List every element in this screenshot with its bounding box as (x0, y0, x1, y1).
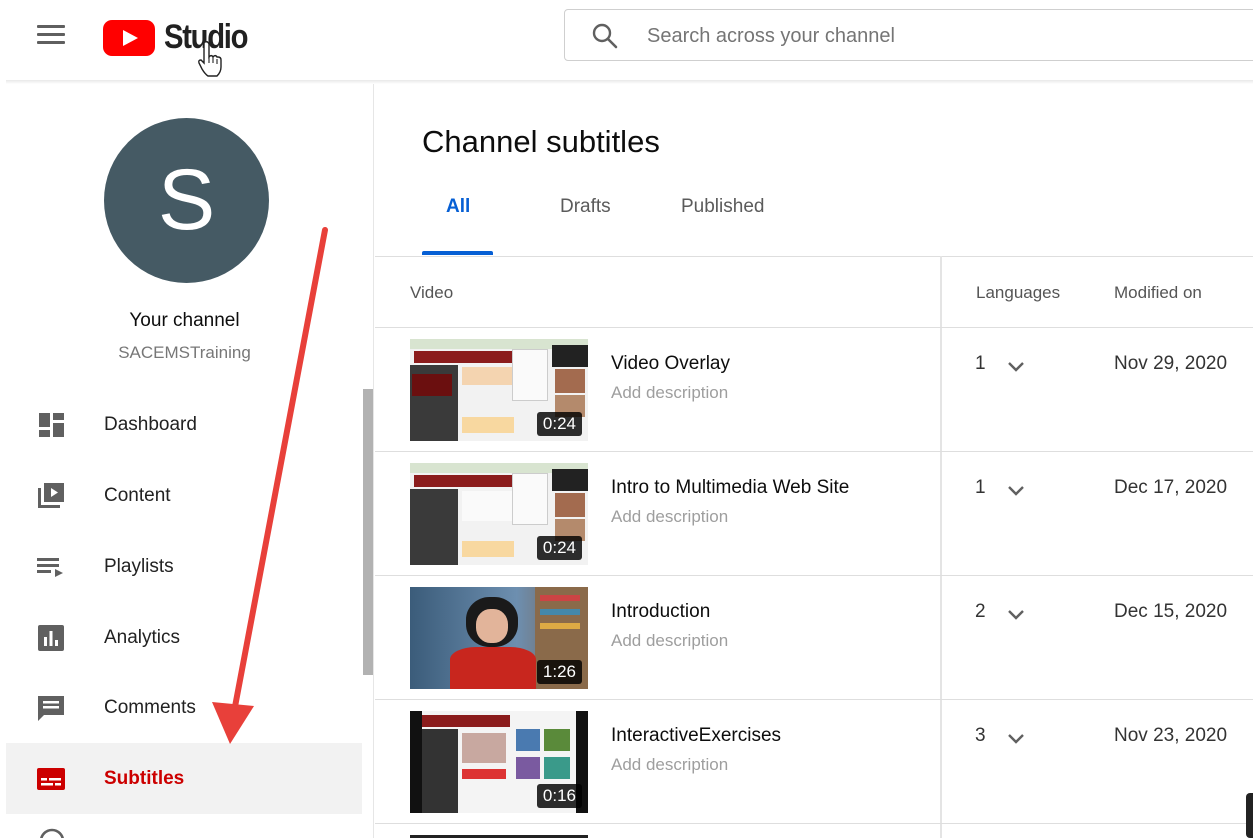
column-header-video: Video (410, 283, 454, 302)
sidebar-item-subtitles[interactable]: Subtitles (6, 743, 362, 814)
page-title: Channel subtitles (422, 124, 660, 159)
video-duration: 0:24 (536, 536, 582, 560)
video-description[interactable]: Add description (611, 631, 728, 651)
sidebar-scrollbar[interactable] (363, 389, 373, 675)
floating-help-button[interactable] (1246, 793, 1253, 838)
youtube-play-icon (103, 19, 155, 56)
column-header-languages[interactable]: Languages (976, 283, 1060, 303)
sidebar-item-content[interactable]: Content (6, 460, 362, 531)
your-channel-label: Your channel (129, 310, 240, 331)
video-description[interactable]: Add description (611, 755, 728, 775)
channel-avatar[interactable]: S (104, 118, 269, 283)
modified-date: Nov 29, 2020 (1114, 353, 1228, 374)
tab-drafts[interactable]: Drafts (560, 196, 611, 256)
video-thumbnail[interactable]: 0:16 (410, 711, 588, 813)
video-duration: 1:26 (536, 660, 582, 684)
content-icon (38, 482, 64, 508)
subtitles-icon (37, 767, 65, 790)
video-duration: 0:24 (536, 412, 582, 436)
top-header: Studio (0, 0, 1253, 82)
video-description[interactable]: Add description (611, 507, 728, 527)
channel-name: SACEMSTraining (118, 343, 251, 362)
modified-date: Dec 15, 2020 (1114, 601, 1228, 622)
column-divider (940, 256, 942, 838)
sidebar-item-label: Subtitles (104, 767, 185, 789)
menu-icon[interactable] (37, 25, 65, 47)
language-count: 1 (975, 353, 986, 374)
main-content: Channel subtitles All Drafts Published V… (375, 84, 1253, 838)
column-header-modified[interactable]: Modified on (1114, 283, 1202, 303)
dashboard-icon (39, 412, 64, 437)
row-divider (375, 327, 1253, 328)
playlists-icon (37, 557, 63, 577)
tab-all[interactable]: All (446, 196, 470, 256)
search-icon[interactable] (591, 22, 619, 50)
video-title[interactable]: InteractiveExercises (611, 725, 781, 747)
next-item-icon (40, 828, 64, 838)
active-tab-indicator (422, 251, 493, 255)
sidebar-item-label: Playlists (104, 555, 174, 577)
row-divider (375, 575, 1253, 576)
row-divider (375, 451, 1253, 452)
sidebar-item-playlists[interactable]: Playlists (6, 531, 362, 602)
sidebar-item-comments[interactable]: Comments (6, 672, 362, 743)
language-count: 2 (975, 601, 986, 622)
sidebar-item-analytics[interactable]: Analytics (6, 602, 362, 673)
chevron-down-icon[interactable] (1005, 604, 1027, 626)
search-box[interactable] (564, 9, 1253, 61)
sidebar-item-label: Analytics (104, 626, 181, 648)
comments-icon (38, 695, 64, 721)
table-divider (375, 256, 1253, 257)
language-count: 1 (975, 477, 986, 498)
chevron-down-icon[interactable] (1005, 480, 1027, 502)
video-thumbnail[interactable]: 1:26 (410, 587, 588, 689)
sidebar-item-label: Comments (104, 696, 196, 718)
row-divider (375, 699, 1253, 700)
sidebar-item-label: Content (104, 484, 171, 506)
sidebar-item-label: Dashboard (104, 413, 197, 435)
modified-date: Dec 17, 2020 (1114, 477, 1228, 498)
studio-logo[interactable]: Studio (103, 18, 261, 57)
analytics-icon (38, 624, 64, 651)
video-title[interactable]: Introduction (611, 601, 710, 623)
tab-published[interactable]: Published (681, 196, 764, 256)
row-divider (375, 823, 1253, 824)
video-title[interactable]: Video Overlay (611, 353, 730, 375)
modified-date: Nov 23, 2020 (1114, 725, 1228, 746)
video-title[interactable]: Intro to Multimedia Web Site (611, 477, 849, 499)
chevron-down-icon[interactable] (1005, 728, 1027, 750)
sidebar: S Your channel SACEMSTraining Dashboard … (6, 84, 374, 838)
video-description[interactable]: Add description (611, 383, 728, 403)
chevron-down-icon[interactable] (1005, 356, 1027, 378)
video-thumbnail[interactable]: 0:24 (410, 339, 588, 441)
sidebar-item-dashboard[interactable]: Dashboard (6, 389, 362, 460)
language-count: 3 (975, 725, 986, 746)
hand-cursor-icon (198, 41, 222, 77)
video-duration: 0:16 (536, 784, 582, 808)
video-thumbnail[interactable]: 0:24 (410, 463, 588, 565)
search-input[interactable] (647, 22, 1207, 50)
